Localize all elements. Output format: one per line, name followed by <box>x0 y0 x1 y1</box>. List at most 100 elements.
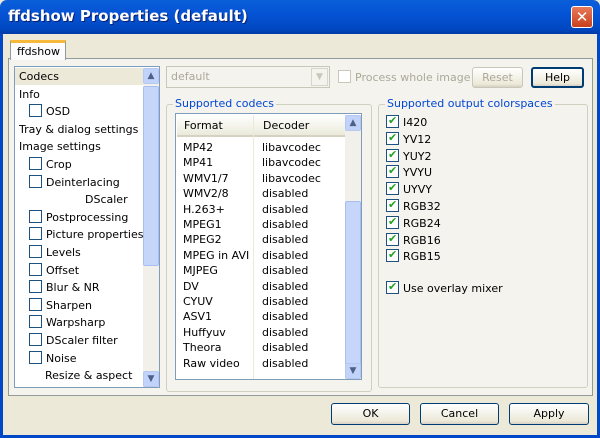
tree-item[interactable]: Picture properties <box>15 226 143 243</box>
tree-item[interactable]: Deinterlacing <box>15 174 143 191</box>
colorspace-checkbox[interactable]: YUY2 <box>386 148 432 163</box>
format-cell: Huffyuv <box>183 325 226 339</box>
tree-item[interactable]: Codecs <box>15 68 143 85</box>
checkbox[interactable] <box>29 315 42 329</box>
table-row[interactable]: MP42 libavcodec <box>183 140 343 155</box>
window-title: ffdshow Properties (default) <box>8 7 248 25</box>
column-decoder[interactable]: Decoder <box>263 119 309 132</box>
tree-item[interactable]: Crop <box>15 156 143 173</box>
table-row[interactable]: MPEG2 disabled <box>183 232 343 247</box>
reset-button[interactable]: Reset <box>472 67 523 88</box>
scroll-down-button[interactable]: ▼ <box>143 371 159 387</box>
table-row[interactable]: MJPEG disabled <box>183 263 343 278</box>
tree-item-label: Warpsharp <box>46 316 106 330</box>
table-row[interactable]: Huffyuv disabled <box>183 325 343 340</box>
table-row[interactable]: WMV2/8 disabled <box>183 186 343 201</box>
tree-item-label: Resize & aspect <box>45 369 133 383</box>
table-row[interactable]: MPEG in AVI disabled <box>183 248 343 263</box>
vertical-scrollbar[interactable]: ▲ ▼ <box>345 115 361 379</box>
close-button[interactable]: ✕ <box>571 6 593 28</box>
decoder-cell: libavcodec <box>262 141 321 154</box>
checkbox[interactable] <box>29 350 42 364</box>
tree-item[interactable]: Sharpen <box>15 297 143 314</box>
scroll-thumb[interactable] <box>345 201 361 366</box>
decoder-cell: disabled <box>262 295 309 308</box>
preset-combo[interactable]: default ▼ <box>166 66 330 88</box>
table-row[interactable]: ASV1 disabled <box>183 309 343 324</box>
checkbox-box <box>386 215 399 229</box>
codecs-list[interactable]: Format Decoder MP42 libavcodec MP41 libavco… <box>175 113 362 380</box>
table-row[interactable]: MPEG1 disabled <box>183 217 343 232</box>
format-cell: Theora <box>183 341 222 355</box>
tree-item-label: Info <box>19 87 40 101</box>
tree-item[interactable]: OSD <box>15 103 143 120</box>
tree-item[interactable]: Levels <box>15 244 143 261</box>
colorspace-label: YUY2 <box>403 149 432 163</box>
colorspace-checkbox[interactable]: RGB16 <box>386 232 441 247</box>
tree-item[interactable]: Info <box>15 86 143 103</box>
colorspace-label: I420 <box>403 116 428 129</box>
tree-item[interactable]: Offset <box>15 262 143 279</box>
table-row[interactable]: MP41 libavcodec <box>183 155 343 170</box>
table-row[interactable]: H.263+ disabled <box>183 202 343 217</box>
tree-item[interactable]: Blur & NR <box>15 279 143 296</box>
colorspace-checkbox[interactable]: I420 <box>386 114 428 129</box>
checkbox[interactable] <box>29 104 42 118</box>
checkbox[interactable] <box>29 157 42 170</box>
table-row[interactable]: Theora disabled <box>183 340 343 355</box>
vertical-scrollbar[interactable]: ▲ ▼ <box>143 68 159 387</box>
checkbox-box <box>386 148 399 162</box>
colorspace-checkbox[interactable]: RGB24 <box>386 215 441 230</box>
checkbox[interactable] <box>29 245 42 258</box>
tree-item-label: Tray & dialog settings <box>19 122 139 136</box>
colorspace-checkbox[interactable]: RGB32 <box>386 198 441 213</box>
checkbox-box <box>386 131 399 145</box>
checkbox-box <box>338 70 351 83</box>
checkbox[interactable] <box>29 262 42 276</box>
colorspace-checkbox[interactable]: YV12 <box>386 131 431 146</box>
colorspace-checkbox[interactable]: UYVY <box>386 181 432 196</box>
tree-item[interactable]: Tray & dialog settings <box>15 121 143 138</box>
tree-item[interactable]: Image settings <box>15 138 143 155</box>
apply-button[interactable]: Apply <box>509 403 589 425</box>
table-row[interactable]: DV disabled <box>183 279 343 294</box>
overlay-mixer-checkbox[interactable]: Use overlay mixer <box>386 280 503 295</box>
colorspace-checkbox[interactable]: YVYU <box>386 164 432 179</box>
scroll-thumb[interactable] <box>143 86 159 266</box>
checkbox[interactable] <box>29 297 42 311</box>
process-whole-image-checkbox[interactable]: Process whole image <box>338 70 471 84</box>
checkbox[interactable] <box>29 280 42 294</box>
checkbox[interactable] <box>29 209 42 223</box>
scroll-down-button[interactable]: ▼ <box>345 363 361 379</box>
tree-item[interactable]: DScaler <box>15 191 143 208</box>
ok-button[interactable]: OK <box>331 403 410 425</box>
scroll-up-button[interactable]: ▲ <box>345 115 361 131</box>
table-row[interactable]: WMV1/7 libavcodec <box>183 171 343 186</box>
chevron-down-icon[interactable]: ▼ <box>311 68 328 86</box>
tree-item-label: Levels <box>46 246 81 259</box>
tree-item[interactable]: Postprocessing <box>15 209 143 226</box>
cancel-button[interactable]: Cancel <box>420 403 499 425</box>
tree-item[interactable]: Noise <box>15 350 143 367</box>
format-cell: MJPEG <box>183 264 218 278</box>
column-format[interactable]: Format <box>184 119 223 132</box>
format-cell: DV <box>183 279 199 293</box>
colorspace-checkbox[interactable]: RGB15 <box>386 248 441 263</box>
frame-left <box>0 34 3 438</box>
help-button[interactable]: Help <box>531 67 584 88</box>
checkbox[interactable] <box>29 333 42 346</box>
checkbox-box <box>386 114 399 128</box>
tab-ffdshow[interactable]: ffdshow <box>10 40 66 60</box>
scroll-up-button[interactable]: ▲ <box>143 68 159 84</box>
tree-item[interactable]: DScaler filter <box>15 332 143 349</box>
colorspace-label: RGB32 <box>403 200 441 213</box>
checkbox[interactable] <box>29 227 42 241</box>
tree-item-label: Postprocessing <box>46 210 129 224</box>
table-row[interactable]: Raw video disabled <box>183 356 343 371</box>
tree-item[interactable]: Resize & aspect <box>15 367 143 384</box>
tree-item[interactable]: Warpsharp <box>15 314 143 331</box>
decoder-cell: disabled <box>262 218 309 231</box>
settings-tree[interactable]: Codecs Info OSD Tray & dialog settings Image… <box>14 66 160 388</box>
table-row[interactable]: CYUV disabled <box>183 294 343 309</box>
checkbox[interactable] <box>29 174 42 188</box>
